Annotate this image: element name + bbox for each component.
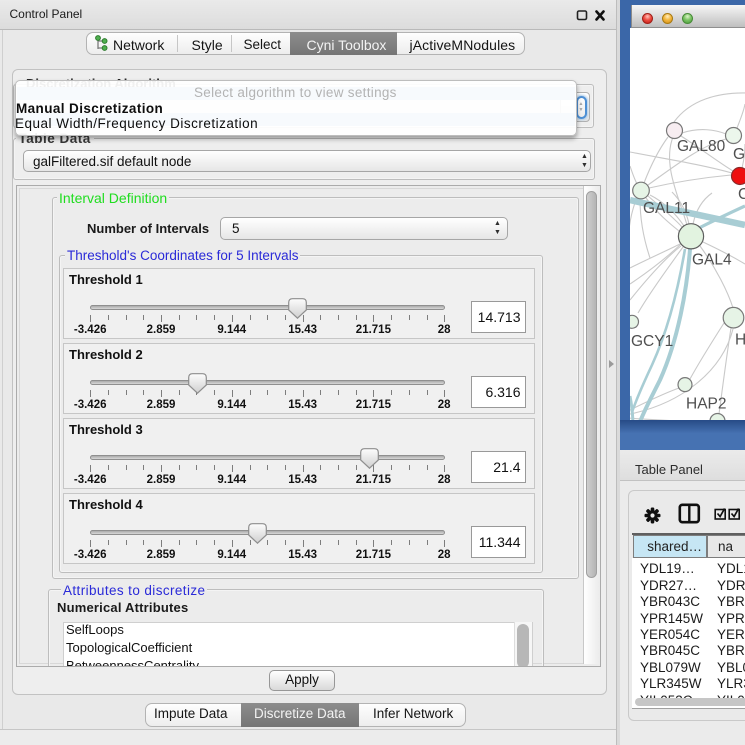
svg-text:GCY1: GCY1 xyxy=(631,333,673,350)
svg-text:GA: GA xyxy=(733,146,745,163)
svg-text:HAP2: HAP2 xyxy=(686,396,727,413)
svg-text:H: H xyxy=(735,332,745,349)
svg-text:GAL11: GAL11 xyxy=(643,200,690,217)
svg-text:C: C xyxy=(738,186,745,203)
svg-text:GAL80: GAL80 xyxy=(677,138,726,155)
svg-text:GAL4: GAL4 xyxy=(692,252,732,269)
